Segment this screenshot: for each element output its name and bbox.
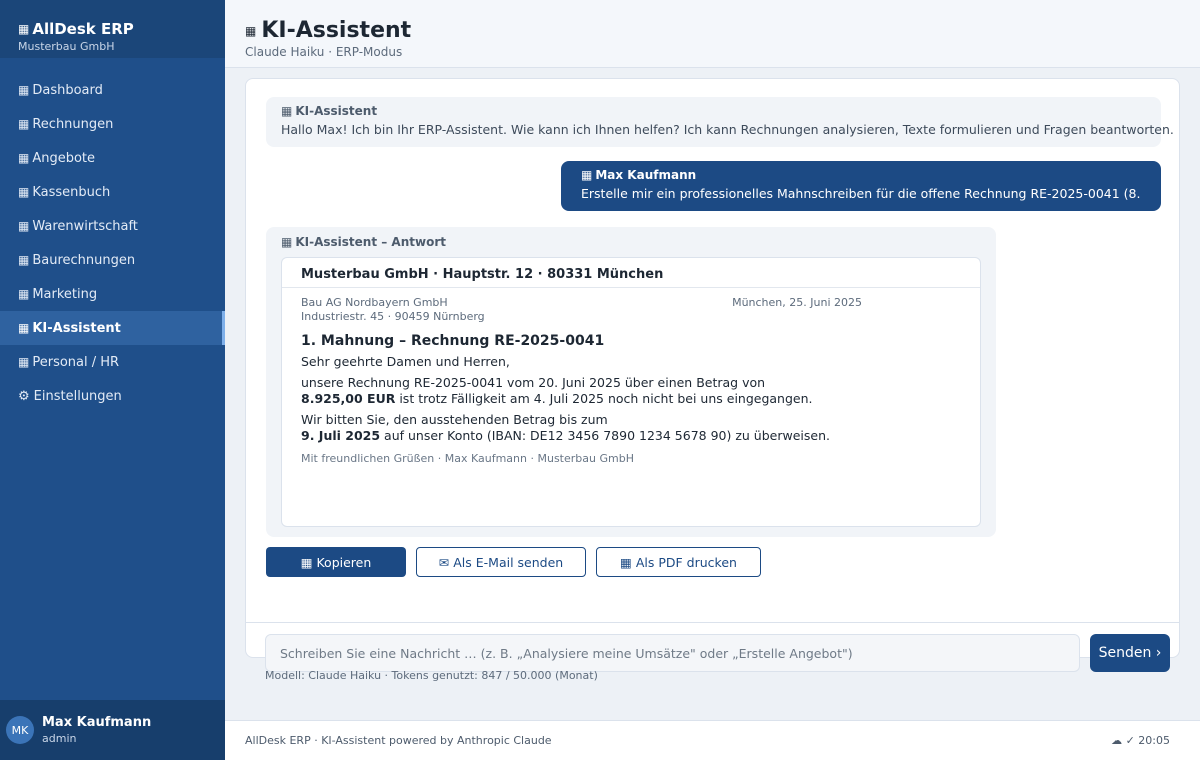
user-icon: ▦ bbox=[581, 168, 592, 182]
assistant-icon: ▦ bbox=[281, 104, 292, 118]
sidebar-item-label: Rechnungen bbox=[32, 116, 114, 132]
assistant-icon: ▦ bbox=[281, 235, 292, 249]
letter-body: Bau AG Nordbayern GmbH München, 25. Juni… bbox=[282, 288, 980, 473]
construction-invoice-icon: ▦ bbox=[18, 253, 29, 267]
sidebar-item-rechnungen[interactable]: ▦ Rechnungen bbox=[0, 107, 225, 141]
sender-name: KI-Assistent bbox=[295, 104, 378, 118]
print-pdf-button[interactable]: ▦ Als PDF drucken bbox=[596, 547, 761, 577]
assistant-answer-message: ▦ KI-Assistent – Antwort Musterbau GmbH … bbox=[266, 227, 996, 537]
sidebar-item-warenwirtschaft[interactable]: ▦ Warenwirtschaft bbox=[0, 209, 225, 243]
chat-message-input[interactable] bbox=[265, 634, 1080, 672]
paragraph-text: Wir bitten Sie, den ausstehenden Betrag … bbox=[301, 412, 608, 427]
page-title-text: KI-Assistent bbox=[261, 18, 412, 43]
sidebar-item-label: Dashboard bbox=[32, 82, 103, 98]
sidebar-item-ki-assistent[interactable]: ▦ KI-Assistent bbox=[0, 311, 225, 345]
dashboard-icon: ▦ bbox=[18, 83, 29, 97]
gear-icon: ⚙ bbox=[18, 388, 30, 404]
offer-icon: ▦ bbox=[18, 151, 29, 165]
send-email-button[interactable]: ✉ Als E-Mail senden bbox=[416, 547, 586, 577]
sidebar-item-label: Baurechnungen bbox=[32, 252, 136, 268]
letter-address-row: Bau AG Nordbayern GmbH München, 25. Juni… bbox=[301, 296, 961, 309]
paragraph-text: unsere Rechnung RE-2025-0041 vom 20. Jun… bbox=[301, 375, 766, 390]
sender-name: KI-Assistent – Antwort bbox=[295, 235, 446, 249]
sidebar-item-baurechnungen[interactable]: ▦ Baurechnungen bbox=[0, 243, 225, 277]
message-sender: ▦ KI-Assistent bbox=[281, 104, 1146, 118]
message-text: Erstelle mir ein professionelles Mahnsch… bbox=[581, 186, 1141, 201]
sidebar-item-label: Angebote bbox=[32, 150, 96, 166]
letter-sender-line: Musterbau GmbH · Hauptstr. 12 · 80331 Mü… bbox=[282, 258, 980, 288]
paragraph-text: auf unser Konto (IBAN: DE12 3456 7890 12… bbox=[380, 428, 830, 443]
page-title: ▦ KI-Assistent bbox=[245, 18, 1200, 43]
invoice-amount: 8.925,00 EUR bbox=[301, 391, 396, 406]
invoice-icon: ▦ bbox=[18, 117, 29, 131]
user-message: ▦ Max Kaufmann Erstelle mir ein professi… bbox=[561, 161, 1161, 211]
letter-date: München, 25. Juni 2025 bbox=[732, 296, 862, 309]
recipient-name: Bau AG Nordbayern GmbH bbox=[301, 296, 448, 309]
sidebar-item-label: Personal / HR bbox=[32, 354, 120, 370]
send-button[interactable]: Senden › bbox=[1090, 634, 1170, 672]
status-clock: ☁ ✓ 20:05 bbox=[1111, 734, 1170, 747]
sender-name: Max Kaufmann bbox=[595, 168, 697, 182]
sidebar-item-label: Marketing bbox=[32, 286, 98, 302]
input-divider bbox=[245, 622, 1180, 623]
marketing-icon: ▦ bbox=[18, 287, 29, 301]
message-sender: ▦ Max Kaufmann bbox=[581, 168, 1141, 182]
page-header: ▦ KI-Assistent Claude Haiku · ERP-Modus bbox=[225, 0, 1200, 68]
company-name: Musterbau GmbH bbox=[18, 40, 115, 53]
chat-panel: ▦ KI-Assistent Hallo Max! Ich bin Ihr ER… bbox=[245, 78, 1180, 658]
sidebar-item-dashboard[interactable]: ▦ Dashboard bbox=[0, 73, 225, 107]
letter-subject: 1. Mahnung – Rechnung RE-2025-0041 bbox=[301, 333, 605, 349]
inventory-icon: ▦ bbox=[18, 219, 29, 233]
sidebar-item-label: Warenwirtschaft bbox=[32, 218, 138, 234]
app-logo-icon: ▦ bbox=[18, 22, 29, 36]
page-subtitle: Claude Haiku · ERP-Modus bbox=[245, 45, 403, 59]
letter-closing: Mit freundlichen Grüßen · Max Kaufmann ·… bbox=[301, 452, 634, 465]
user-name: Max Kaufmann bbox=[42, 715, 152, 730]
avatar: MK bbox=[6, 716, 34, 744]
sidebar-item-label: KI-Assistent bbox=[32, 320, 121, 336]
sidebar-item-angebote[interactable]: ▦ Angebote bbox=[0, 141, 225, 175]
sidebar-item-kassenbuch[interactable]: ▦ Kassenbuch bbox=[0, 175, 225, 209]
brand: ▦ AllDesk ERP Musterbau GmbH bbox=[0, 0, 225, 58]
sidebar-item-marketing[interactable]: ▦ Marketing bbox=[0, 277, 225, 311]
sidebar-item-label: Kassenbuch bbox=[32, 184, 111, 200]
brand-title[interactable]: ▦ AllDesk ERP bbox=[18, 20, 225, 38]
copy-button[interactable]: ▦ Kopieren bbox=[266, 547, 406, 577]
user-role: admin bbox=[42, 732, 77, 745]
assistant-icon: ▦ bbox=[18, 321, 29, 335]
brand-name: AllDesk ERP bbox=[32, 20, 134, 38]
footer: AllDesk ERP · KI-Assistent powered by An… bbox=[225, 720, 1200, 760]
letter-paragraph-2: Wir bitten Sie, den ausstehenden Betrag … bbox=[301, 412, 961, 444]
model-token-info: Modell: Claude Haiku · Tokens genutzt: 8… bbox=[265, 669, 598, 682]
due-date: 9. Juli 2025 bbox=[301, 428, 381, 443]
user-profile[interactable]: MK Max Kaufmann admin bbox=[0, 700, 225, 760]
recipient-address: Industriestr. 45 · 90459 Nürnberg bbox=[301, 310, 485, 323]
sidebar: ▦ AllDesk ERP Musterbau GmbH ▦ Dashboard… bbox=[0, 0, 225, 760]
sidebar-item-label: Einstellungen bbox=[33, 388, 122, 404]
letter-paragraph-1: unsere Rechnung RE-2025-0041 vom 20. Jun… bbox=[301, 375, 961, 407]
letter-salutation: Sehr geehrte Damen und Herren, bbox=[301, 354, 510, 369]
message-text: Hallo Max! Ich bin Ihr ERP-Assistent. Wi… bbox=[281, 122, 1174, 137]
sidebar-item-einstellungen[interactable]: ⚙ Einstellungen bbox=[0, 379, 225, 413]
dunning-letter-preview: Musterbau GmbH · Hauptstr. 12 · 80331 Mü… bbox=[281, 257, 981, 527]
sidebar-nav: ▦ Dashboard ▦ Rechnungen ▦ Angebote ▦ Ka… bbox=[0, 73, 225, 413]
cashbook-icon: ▦ bbox=[18, 185, 29, 199]
footer-text: AllDesk ERP · KI-Assistent powered by An… bbox=[245, 734, 552, 747]
assistant-icon: ▦ bbox=[245, 23, 256, 38]
sidebar-item-personal-hr[interactable]: ▦ Personal / HR bbox=[0, 345, 225, 379]
assistant-greeting-message: ▦ KI-Assistent Hallo Max! Ich bin Ihr ER… bbox=[266, 97, 1174, 147]
people-icon: ▦ bbox=[18, 355, 29, 369]
answer-actions: ▦ Kopieren ✉ Als E-Mail senden ▦ Als PDF… bbox=[266, 547, 761, 577]
message-sender: ▦ KI-Assistent – Antwort bbox=[281, 235, 981, 249]
paragraph-text: ist trotz Fälligkeit am 4. Juli 2025 noc… bbox=[395, 391, 813, 406]
